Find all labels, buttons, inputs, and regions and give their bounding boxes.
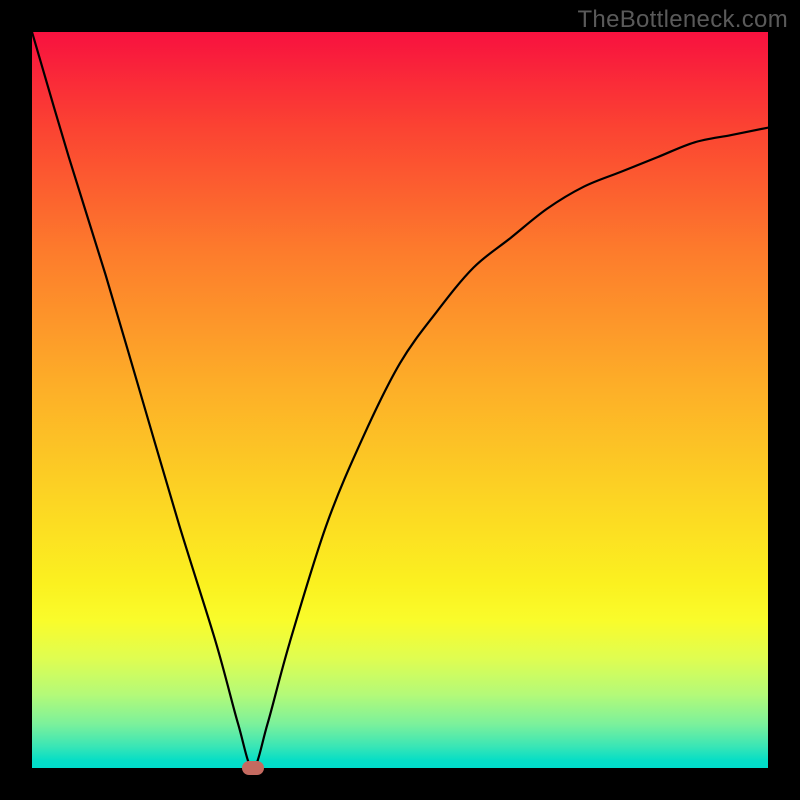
chart-frame: TheBottleneck.com [0,0,800,800]
plot-area [32,32,768,768]
bottleneck-curve [32,32,768,768]
optimum-marker [242,761,264,775]
watermark-text: TheBottleneck.com [577,6,788,34]
